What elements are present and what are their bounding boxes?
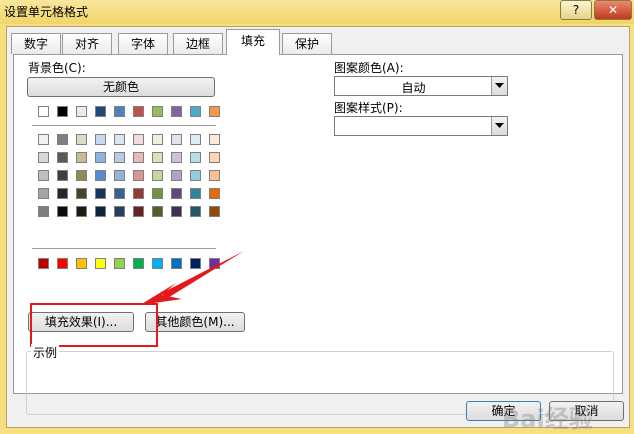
color-swatch[interactable]	[209, 134, 220, 145]
color-swatch[interactable]	[114, 258, 125, 269]
color-swatch[interactable]	[133, 188, 144, 199]
color-swatch[interactable]	[209, 188, 220, 199]
color-swatch[interactable]	[95, 170, 106, 181]
color-swatch[interactable]	[38, 206, 49, 217]
color-swatch[interactable]	[190, 134, 201, 145]
window-title: 设置单元格格式	[4, 5, 89, 19]
color-swatch[interactable]	[171, 134, 182, 145]
color-swatch[interactable]	[95, 134, 106, 145]
palette-separator	[32, 125, 216, 126]
tab-border[interactable]: 边框	[173, 33, 223, 54]
close-button[interactable]: ✕	[594, 0, 632, 20]
color-swatch[interactable]	[209, 152, 220, 163]
color-swatch[interactable]	[38, 152, 49, 163]
pattern-color-select[interactable]: 自动	[334, 76, 508, 96]
color-swatch[interactable]	[95, 258, 106, 269]
color-swatch[interactable]	[190, 106, 201, 117]
color-swatch[interactable]	[190, 188, 201, 199]
chevron-down-icon[interactable]	[491, 77, 507, 95]
sample-label: 示例	[31, 344, 60, 361]
fill-panel: 背景色(C): 无颜色 填充效果(I)... 其他颜色(M)... 图案颜色(A…	[13, 54, 623, 415]
pattern-style-label: 图案样式(P):	[334, 101, 403, 115]
color-swatch[interactable]	[57, 134, 68, 145]
color-swatch[interactable]	[152, 152, 163, 163]
color-swatch[interactable]	[76, 258, 87, 269]
pattern-color-value: 自动	[401, 81, 426, 95]
title-bar: 设置单元格格式 ? ✕	[0, 0, 634, 24]
chevron-down-icon[interactable]	[491, 117, 507, 135]
dialog-client: 数字 对齐 字体 边框 填充 保护 背景色(C): 无颜色 填充效果(I)...…	[6, 26, 630, 433]
color-swatch[interactable]	[190, 152, 201, 163]
color-swatch[interactable]	[133, 152, 144, 163]
color-swatch[interactable]	[133, 106, 144, 117]
color-swatch[interactable]	[57, 188, 68, 199]
color-swatch[interactable]	[38, 258, 49, 269]
color-swatch[interactable]	[114, 188, 125, 199]
color-swatch[interactable]	[190, 206, 201, 217]
color-swatch[interactable]	[209, 206, 220, 217]
color-swatch[interactable]	[209, 170, 220, 181]
color-swatch[interactable]	[57, 206, 68, 217]
color-swatch[interactable]	[76, 152, 87, 163]
color-swatch[interactable]	[114, 170, 125, 181]
watermark: Bai经验	[502, 405, 593, 433]
color-swatch[interactable]	[38, 170, 49, 181]
tab-fill[interactable]: 填充	[226, 29, 280, 55]
color-swatch[interactable]	[95, 106, 106, 117]
color-swatch[interactable]	[171, 152, 182, 163]
color-swatch[interactable]	[57, 106, 68, 117]
color-swatch[interactable]	[38, 188, 49, 199]
pattern-style-select[interactable]	[334, 116, 508, 136]
color-swatch[interactable]	[171, 188, 182, 199]
color-swatch[interactable]	[152, 170, 163, 181]
color-swatch[interactable]	[133, 134, 144, 145]
color-swatch[interactable]	[57, 258, 68, 269]
color-swatch[interactable]	[76, 134, 87, 145]
color-swatch[interactable]	[114, 152, 125, 163]
color-swatch[interactable]	[95, 188, 106, 199]
no-color-button[interactable]: 无颜色	[27, 77, 215, 97]
color-swatch[interactable]	[171, 170, 182, 181]
color-swatch[interactable]	[152, 206, 163, 217]
tab-font[interactable]: 字体	[118, 33, 168, 54]
color-swatch[interactable]	[114, 206, 125, 217]
color-swatch[interactable]	[152, 188, 163, 199]
help-button[interactable]: ?	[560, 0, 592, 20]
annotation-arrow	[140, 251, 244, 305]
color-swatch[interactable]	[76, 206, 87, 217]
color-swatch[interactable]	[76, 106, 87, 117]
color-swatch[interactable]	[114, 106, 125, 117]
color-swatch[interactable]	[95, 206, 106, 217]
pattern-color-label: 图案颜色(A):	[334, 61, 404, 75]
color-swatch[interactable]	[38, 134, 49, 145]
color-swatch[interactable]	[38, 106, 49, 117]
color-swatch[interactable]	[171, 206, 182, 217]
color-swatch[interactable]	[76, 170, 87, 181]
color-swatch[interactable]	[152, 106, 163, 117]
color-swatch[interactable]	[57, 170, 68, 181]
color-swatch[interactable]	[76, 188, 87, 199]
color-swatch[interactable]	[95, 152, 106, 163]
background-color-label: 背景色(C):	[28, 61, 86, 75]
color-swatch[interactable]	[133, 170, 144, 181]
color-swatch[interactable]	[209, 106, 220, 117]
color-swatch[interactable]	[190, 170, 201, 181]
color-swatch[interactable]	[152, 134, 163, 145]
color-swatch[interactable]	[133, 206, 144, 217]
tab-number[interactable]: 数字	[11, 33, 61, 54]
tab-alignment[interactable]: 对齐	[62, 33, 112, 54]
tab-protection[interactable]: 保护	[282, 33, 332, 54]
color-swatch[interactable]	[171, 106, 182, 117]
color-swatch[interactable]	[114, 134, 125, 145]
more-colors-button[interactable]: 其他颜色(M)...	[145, 312, 245, 332]
color-swatch[interactable]	[57, 152, 68, 163]
